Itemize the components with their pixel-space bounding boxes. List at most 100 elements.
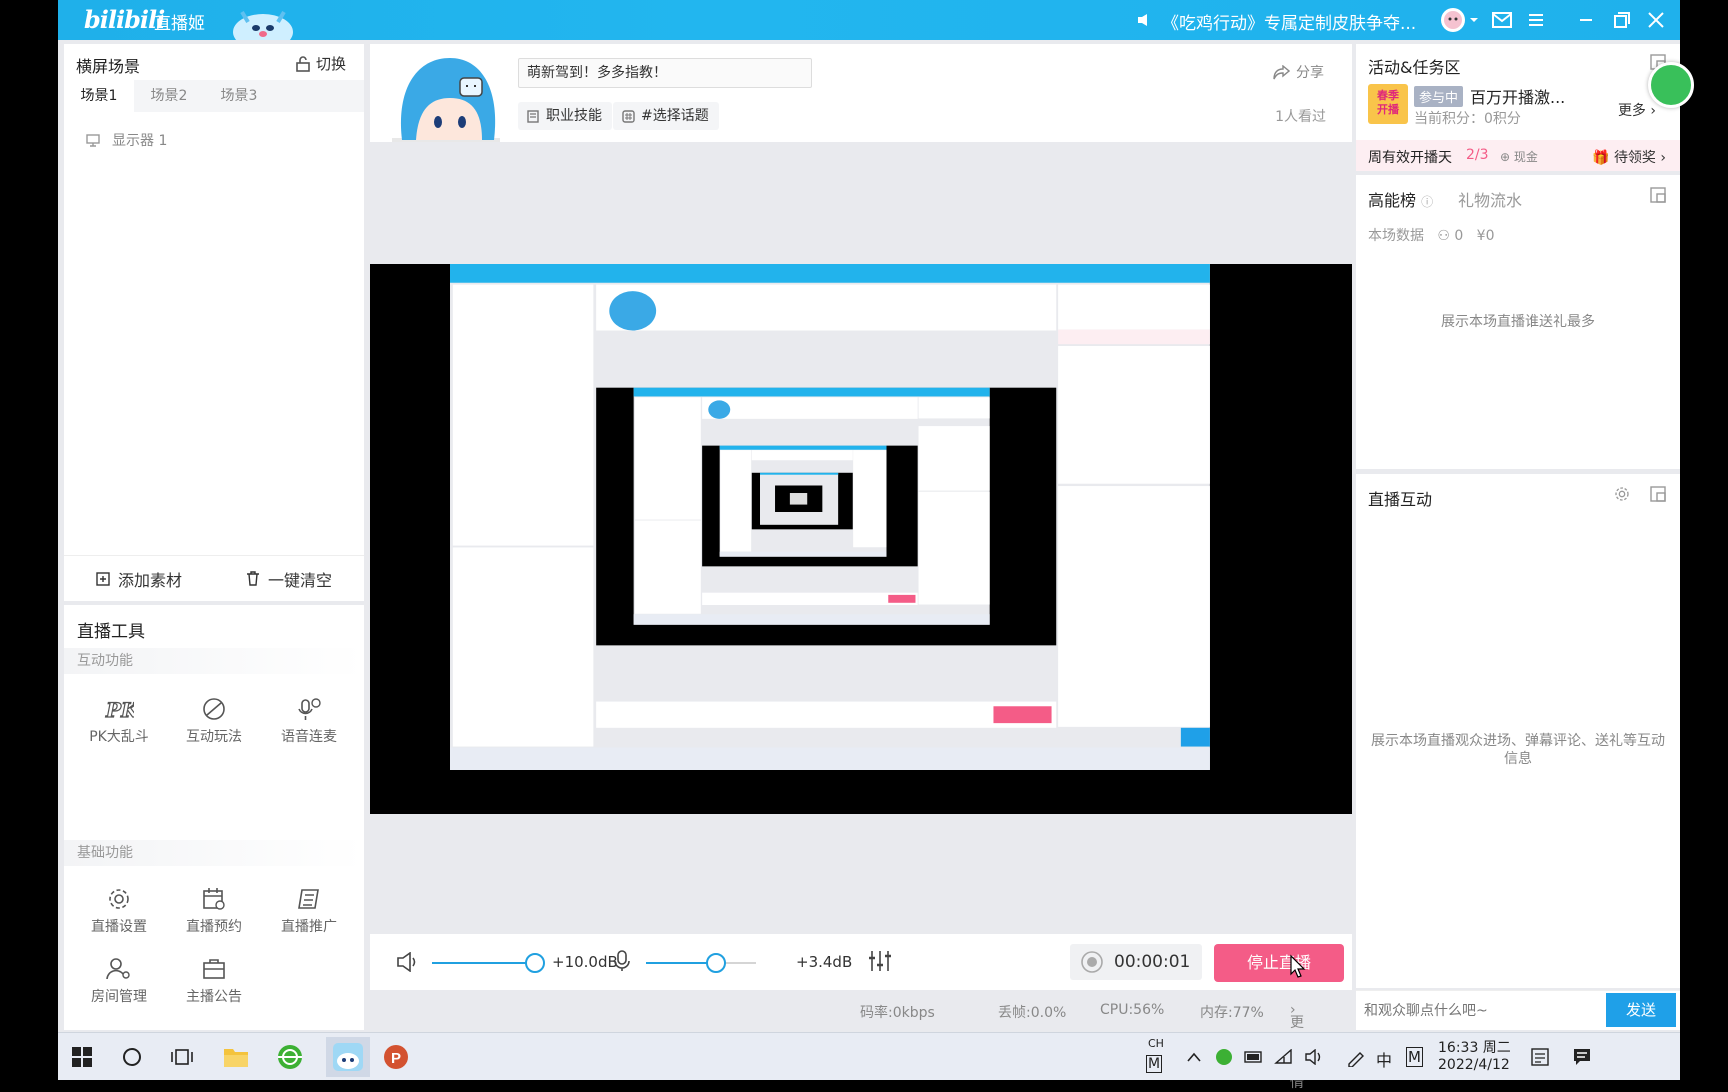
windows-start-icon[interactable] xyxy=(64,1039,100,1075)
skill-chip[interactable]: 职业技能 xyxy=(518,102,612,130)
tab-scene-2[interactable]: 场景2 xyxy=(134,80,204,112)
chat-bar: 发送 xyxy=(1356,990,1680,1030)
live-app-taskbar-icon[interactable] xyxy=(326,1037,370,1077)
session-label: 本场数据 xyxy=(1368,228,1424,244)
more-details-link[interactable]: 更多详情 › xyxy=(1290,1002,1304,1091)
promotion-icon xyxy=(298,889,319,909)
bilibili-logo: bilibili xyxy=(84,5,165,34)
gear-icon[interactable] xyxy=(1614,486,1630,502)
clear-all-button[interactable]: 一键清空 xyxy=(214,567,364,591)
dropped-frames: 丢帧:0.0% xyxy=(998,1005,1067,1021)
search-icon[interactable] xyxy=(114,1039,150,1075)
tool-interactive-play[interactable]: 互动玩法 xyxy=(174,697,254,746)
streamer-avatar[interactable] xyxy=(388,50,506,142)
mixer-icon[interactable] xyxy=(868,950,892,972)
tool-pk-label: PK大乱斗 xyxy=(89,729,149,745)
svg-text:P: P xyxy=(391,1050,401,1067)
speaker-icon[interactable] xyxy=(396,952,420,972)
clock-date[interactable]: 2022/4/12 xyxy=(1438,1057,1510,1073)
task-view-icon[interactable] xyxy=(164,1039,200,1075)
notes-icon[interactable] xyxy=(1522,1039,1558,1075)
interactive-section-label: 互动功能 xyxy=(64,648,364,674)
notification-icon[interactable] xyxy=(1564,1039,1600,1075)
interaction-empty-text: 展示本场直播观众进场、弹幕评论、送礼等互动信息 xyxy=(1371,733,1665,767)
tab-scene-1[interactable]: 场景1 xyxy=(64,80,134,112)
floating-green-ball[interactable] xyxy=(1648,62,1694,108)
add-material-label: 添加素材 xyxy=(117,570,182,590)
microphone-icon[interactable] xyxy=(614,950,630,972)
microphone-chat-icon xyxy=(298,698,321,720)
participating-badge: 参与中 xyxy=(1414,86,1464,107)
topic-chip[interactable]: #选择话题 xyxy=(613,102,719,130)
activity-panel: 活动&任务区 春季 开播 参与中 百万开播激... 当前积分：0积分 更多 › xyxy=(1356,44,1694,140)
weekly-label: 周有效开播天 xyxy=(1368,150,1452,166)
more-activities-link[interactable]: 更多 › xyxy=(1618,100,1656,120)
live-preview[interactable] xyxy=(370,264,1352,814)
speaker-volume-slider[interactable] xyxy=(432,953,546,973)
recording-timer[interactable]: 00:00:01 xyxy=(1070,944,1202,980)
tab-gift-flow[interactable]: 礼物流水 xyxy=(1458,187,1522,211)
tools-panel: 直播工具 互动功能 PK PK大乱斗 互动玩法 语音连麦 基础功能 直播设置 直… xyxy=(64,605,364,1030)
input-language[interactable]: 中 xyxy=(1376,1047,1392,1071)
windows-taskbar: P CH M 中 M 16:33 周二 2022/4/12 xyxy=(58,1032,1680,1080)
source-item-monitor[interactable]: 显示器 1 xyxy=(86,130,167,150)
tool-voice-link-label: 语音连麦 xyxy=(281,729,337,745)
campaign-logo: 春季 开播 xyxy=(1368,84,1408,124)
claim-reward-link[interactable]: 🎁 待领奖 › xyxy=(1592,147,1666,167)
close-icon[interactable] xyxy=(1642,6,1670,34)
cpu-usage: CPU:56% xyxy=(1100,1002,1165,1018)
maximize-icon[interactable] xyxy=(1608,6,1636,34)
mic-volume-knob[interactable] xyxy=(706,953,727,973)
skill-chip-label: 职业技能 xyxy=(546,108,602,124)
volume-icon[interactable] xyxy=(1296,1039,1332,1075)
weekly-progress: 2/3 xyxy=(1466,147,1489,163)
tab-scene-3[interactable]: 场景3 xyxy=(204,80,274,112)
speaker-volume-knob[interactable] xyxy=(525,953,546,973)
file-explorer-icon[interactable] xyxy=(218,1039,254,1075)
audio-control-bar: +10.0dB +3.4dB 00:00:01 停止直播 xyxy=(370,934,1352,990)
lock-icon xyxy=(296,55,310,72)
tool-announcement[interactable]: 主播公告 xyxy=(174,957,254,1006)
minimize-icon[interactable] xyxy=(1572,6,1600,34)
ime-indicator-bottom[interactable]: M xyxy=(1146,1055,1162,1073)
stream-title-input[interactable]: 萌新驾到！多多指教！ xyxy=(518,58,812,88)
record-icon xyxy=(1081,951,1103,973)
tool-voice-link[interactable]: 语音连麦 xyxy=(269,697,349,746)
tool-pk[interactable]: PK PK大乱斗 xyxy=(79,697,159,746)
mic-volume-slider[interactable] xyxy=(646,953,756,973)
popout-icon[interactable] xyxy=(1650,486,1666,502)
plus-square-icon xyxy=(96,571,110,586)
chat-input[interactable] xyxy=(1364,999,1604,1023)
help-icon[interactable]: ⓘ xyxy=(1421,195,1433,209)
browser-icon[interactable] xyxy=(272,1039,308,1075)
mail-icon[interactable] xyxy=(1488,6,1516,34)
add-material-button[interactable]: 添加素材 xyxy=(64,567,214,591)
weekly-live-days: 周有效开播天 2/3 ⊕ 现金 🎁 待领奖 › xyxy=(1356,140,1680,171)
powerpoint-icon[interactable]: P xyxy=(378,1039,414,1075)
clock-time[interactable]: 16:33 周二 xyxy=(1438,1037,1511,1057)
tab-energy-rank[interactable]: 高能榜 ⓘ xyxy=(1368,187,1433,211)
user-avatar[interactable] xyxy=(1438,6,1482,34)
share-button[interactable]: 分享 xyxy=(1273,62,1324,82)
tool-room-management[interactable]: 房间管理 xyxy=(79,957,159,1006)
tool-live-promotion[interactable]: 直播推广 xyxy=(269,887,349,936)
tool-room-management-label: 房间管理 xyxy=(91,989,147,1005)
campaign-name[interactable]: 百万开播激... xyxy=(1470,84,1565,108)
stop-live-button[interactable]: 停止直播 xyxy=(1214,944,1344,982)
timer-text: 00:00:01 xyxy=(1114,952,1191,972)
send-button[interactable]: 发送 xyxy=(1606,993,1676,1027)
popout-icon[interactable] xyxy=(1650,187,1666,203)
current-points: 当前积分：0积分 xyxy=(1414,111,1521,127)
menu-icon[interactable] xyxy=(1522,6,1550,34)
campaign-logo-line-2: 开播 xyxy=(1377,103,1399,116)
speaker-notice-icon xyxy=(1130,6,1158,34)
notice-text[interactable]: 《吃鸡行动》专属定制皮肤争夺... xyxy=(1162,9,1416,34)
tool-live-schedule[interactable]: 直播预约 xyxy=(174,887,254,936)
pk-icon: PK xyxy=(104,697,134,721)
monitor-icon xyxy=(86,133,100,147)
pen-icon[interactable] xyxy=(1338,1039,1374,1075)
switch-orientation-button[interactable]: 切换 xyxy=(296,53,346,74)
hashtag-icon xyxy=(622,110,635,123)
tool-live-settings[interactable]: 直播设置 xyxy=(79,887,159,936)
ime-mode[interactable]: M xyxy=(1406,1047,1423,1067)
